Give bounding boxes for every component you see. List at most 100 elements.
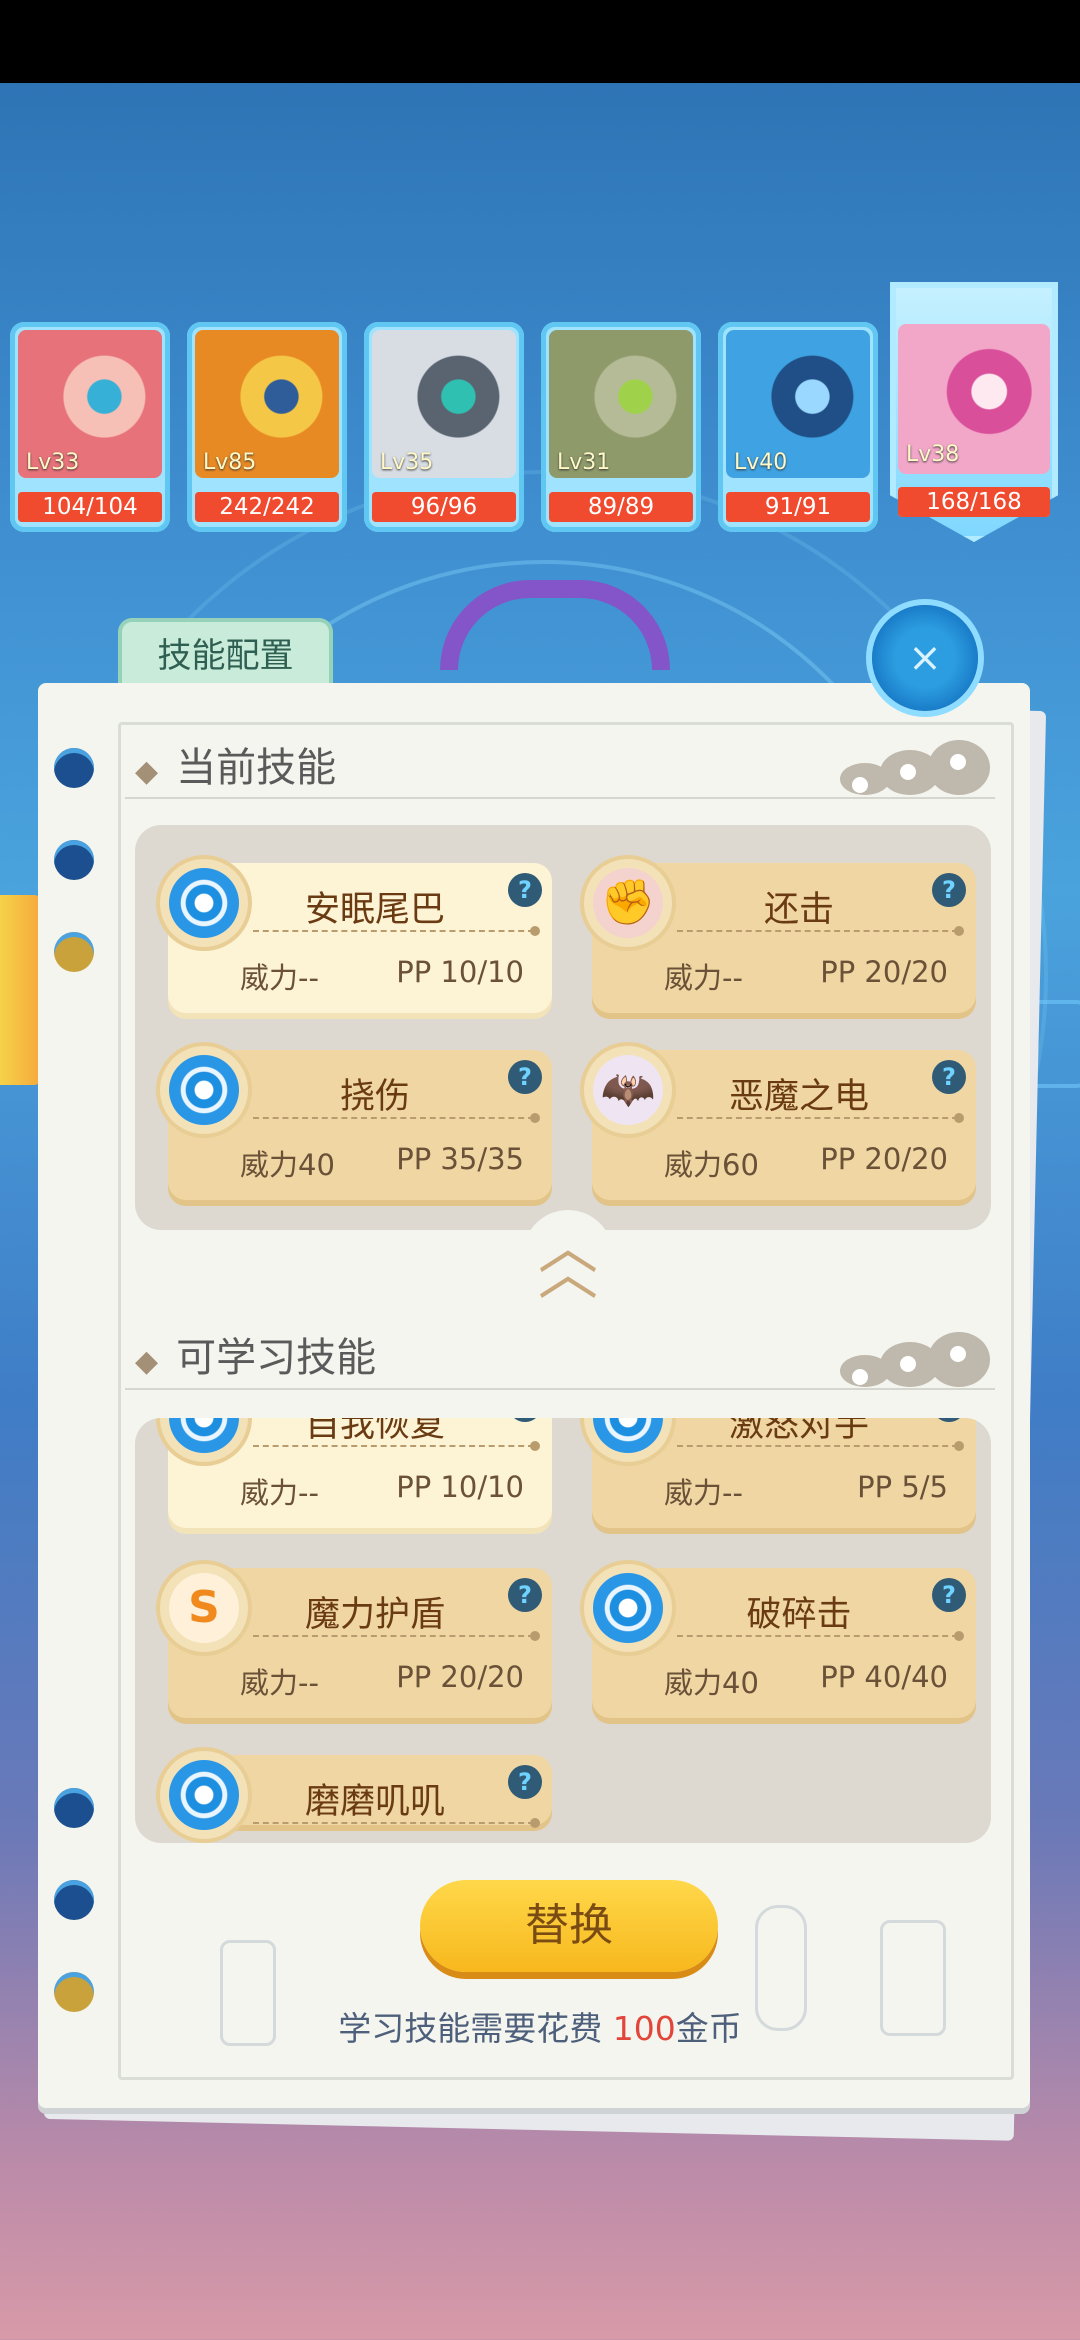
skill-name: 破碎击 [746,1595,852,1635]
skill-pp: PP 20/20 [820,955,948,989]
help-icon[interactable]: ? [932,873,966,907]
pet-hp-text: 168/168 [926,489,1022,515]
skill-power: 威力-- [240,1476,319,1510]
pet-slot[interactable]: Lv35 96/96 [364,322,524,532]
skill-pp: PP 20/20 [820,1142,948,1176]
learnable-skills-title: 可学习技能 [176,1335,377,1381]
tab-skill-config-label: 技能配置 [157,636,294,676]
cost-amount: 100 [612,2009,676,2048]
skill-name: 自我恢复 [304,1418,445,1445]
chevron-up-icon: ◆ [135,1344,159,1379]
skill-card[interactable]: S 魔力护盾 ? 威力-- PP 20/20 [160,1564,552,1718]
skill-name: 恶魔之电 [728,1077,869,1117]
skill-name: 激怒对手 [728,1418,869,1445]
pet-level: Lv35 [380,450,434,475]
binder-hole [54,840,94,880]
pet-hp-text: 91/91 [764,494,832,520]
help-icon[interactable]: ? [508,1060,542,1094]
skill-type-icon [160,1751,248,1839]
skill-type-icon [160,1046,248,1134]
chevron-up-icon: ︿ [538,1239,598,1309]
pet-level: Lv38 [906,442,960,467]
skill-card[interactable]: ✊ 还击 ? 威力-- PP 20/20 [584,859,976,1013]
skill-power: 威力60 [664,1148,759,1182]
skill-type-icon: S [160,1564,248,1652]
pet-hp-text: 104/104 [42,494,138,520]
help-icon[interactable]: ? [508,873,542,907]
pet-slot[interactable]: Lv31 89/89 [541,322,701,532]
learnable-skills-header: ◆ 可学习技能 [135,1325,376,1383]
pet-hp-text: 242/242 [219,494,315,520]
skill-pp: PP 10/10 [396,955,524,989]
pet-hp-bar: 89/89 [549,492,693,522]
cat-doodle-decoration [840,1332,990,1387]
learn-cost-text: 学习技能需要花费 100金币 [338,2009,742,2048]
skill-type-icon: ✊ [584,859,672,947]
pet-hp-bar: 96/96 [372,492,516,522]
help-icon[interactable]: ? [508,1418,542,1422]
replace-button[interactable]: 替换 [420,1880,718,1972]
pet-level: Lv85 [203,450,257,475]
skill-pp: PP 5/5 [857,1470,948,1504]
pet-slot[interactable]: Lv40 91/91 [718,322,878,532]
pet-level: Lv33 [26,450,80,475]
skill-pp: PP 40/40 [820,1660,948,1694]
help-icon[interactable]: ? [932,1418,966,1422]
skill-card[interactable]: 磨磨叽叽 ? [160,1751,552,1839]
skill-card[interactable]: 挠伤 ? 威力40 PP 35/35 [160,1046,552,1200]
skill-type-icon [584,1564,672,1652]
pet-level: Lv31 [557,450,611,475]
pet-hp-bar: 242/242 [195,492,339,522]
blue-ring-icon [593,1418,663,1453]
skill-power: 威力-- [664,1476,743,1510]
pet-hp-bar: 104/104 [18,492,162,522]
expand-arrow-button[interactable]: ︿ ︿ [523,1210,613,1304]
skill-power: 威力-- [240,1666,319,1700]
skill-pp: PP 10/10 [396,1470,524,1504]
skill-type-icon [584,1418,672,1462]
skill-power: 威力40 [240,1148,335,1182]
chevron-up-icon: ◆ [135,754,159,789]
current-skills-box: 安眠尾巴 ? 威力-- PP 10/10 ✊ 还击 ? 威力-- PP 20/2… [135,825,991,1230]
pet-slot[interactable]: Lv85 242/242 [187,322,347,532]
learnable-skills-list[interactable]: 自我恢复 ? 威力-- PP 10/10 激怒对手 ? 威力-- PP 5/5 … [135,1418,991,1843]
pet-hp-bar: 168/168 [898,487,1050,517]
help-icon[interactable]: ? [508,1765,542,1799]
status-bar [0,0,1080,83]
skill-type-icon [160,1418,248,1462]
blue-ring-icon [169,868,239,938]
binder-hole [54,932,94,972]
blue-ring-icon [169,1418,239,1453]
help-icon[interactable]: ? [932,1578,966,1612]
binder-hole [54,1788,94,1828]
skill-power: 威力-- [240,961,319,995]
skill-name: 还击 [763,890,834,930]
blue-ring-icon [169,1760,239,1830]
help-icon[interactable]: ? [932,1060,966,1094]
skill-card[interactable]: 激怒对手 ? 威力-- PP 5/5 [584,1418,976,1528]
fist-icon: ✊ [593,868,663,938]
skill-card[interactable]: 破碎击 ? 威力40 PP 40/40 [584,1564,976,1718]
skill-name: 魔力护盾 [304,1595,445,1635]
binder-hole [54,748,94,788]
skill-power: 威力-- [664,961,743,995]
replace-button-label: 替换 [525,1900,613,1951]
pet-slot[interactable]: Lv33 104/104 [10,322,170,532]
binder-hole [54,1880,94,1920]
close-icon: × [908,635,942,681]
help-icon[interactable]: ? [508,1578,542,1612]
skill-card[interactable]: 🦇 恶魔之电 ? 威力60 PP 20/20 [584,1046,976,1200]
skill-card[interactable]: 安眠尾巴 ? 威力-- PP 10/10 [160,859,552,1013]
pet-slot-selected[interactable]: Lv38 168/168 [890,282,1058,574]
close-button[interactable]: × [872,605,978,711]
cat-doodle-decoration [840,740,990,795]
pet-hp-bar: 91/91 [726,492,870,522]
skill-pp: PP 35/35 [396,1142,524,1176]
pet-roster: Lv33 104/104 Lv85 242/242 Lv35 96/96 Lv3… [10,282,1070,542]
skill-type-icon: 🦇 [584,1046,672,1134]
current-skills-title: 当前技能 [176,745,337,791]
tab-skill-config[interactable]: 技能配置 [118,618,333,688]
pet-hp-text: 89/89 [587,494,655,520]
skill-card[interactable]: 自我恢复 ? 威力-- PP 10/10 [160,1418,552,1528]
skill-pp: PP 20/20 [396,1660,524,1694]
